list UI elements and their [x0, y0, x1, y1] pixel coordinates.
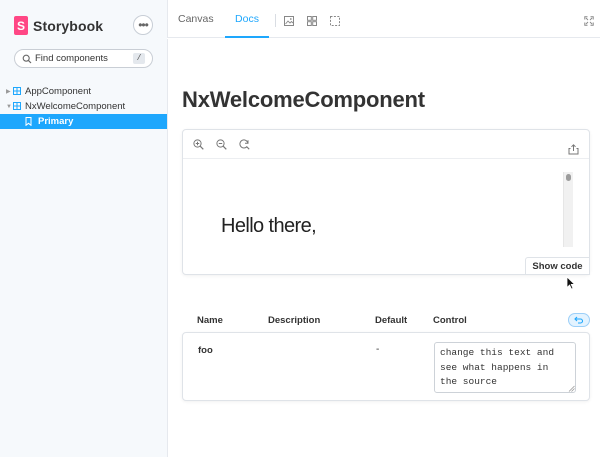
toolbar-divider: [275, 14, 276, 27]
search-icon: [22, 54, 32, 64]
bookmark-icon: [25, 117, 32, 126]
sidebar-menu-button[interactable]: •••: [133, 15, 153, 35]
sidebar-item-label: Primary: [38, 116, 74, 127]
tab-docs[interactable]: Docs: [225, 0, 269, 38]
column-header-default: Default: [375, 315, 408, 326]
undo-icon: [574, 316, 584, 324]
component-tree: ▶ AppComponent ▼ NxWelcomeComponent Prim…: [0, 84, 167, 129]
ellipsis-icon: •••: [138, 18, 149, 32]
brand[interactable]: S Storybook: [14, 16, 103, 35]
search-box[interactable]: /: [14, 49, 153, 68]
sidebar-item-nxwelcomecomponent[interactable]: ▼ NxWelcomeComponent: [0, 99, 167, 114]
toolbar: Canvas Docs: [167, 0, 600, 38]
sidebar-item-label: NxWelcomeComponent: [25, 101, 126, 112]
chevron-right-icon: ▶: [6, 89, 11, 95]
mouse-cursor-icon: [566, 276, 576, 290]
column-header-control: Control: [433, 315, 467, 326]
outline-icon[interactable]: [330, 16, 340, 26]
zoom-in-icon[interactable]: [193, 139, 204, 150]
story-preview: Hello there,: [182, 129, 590, 275]
show-code-button[interactable]: Show code: [525, 257, 590, 275]
sidebar-item-primary[interactable]: Primary: [0, 114, 167, 129]
page-title: NxWelcomeComponent: [182, 87, 425, 112]
arg-name: foo: [198, 345, 213, 356]
column-header-description: Description: [268, 315, 321, 326]
args-table-header: Name Description Default Control: [182, 313, 590, 333]
docs-panel: NxWelcomeComponent Hello there, Show cod…: [167, 39, 600, 457]
story-content-text: Hello there,: [221, 215, 317, 237]
sidebar-item-label: AppComponent: [25, 86, 92, 97]
preview-scrollbar[interactable]: [563, 172, 573, 247]
brand-name: Storybook: [33, 17, 104, 34]
reset-controls-button[interactable]: [568, 313, 590, 327]
arg-default-value: -: [376, 344, 380, 355]
chevron-down-icon: ▼: [6, 103, 12, 110]
tab-canvas[interactable]: Canvas: [178, 0, 214, 38]
search-shortcut-key: /: [133, 53, 145, 64]
component-icon: [13, 87, 21, 95]
fullscreen-icon[interactable]: [584, 16, 594, 26]
foo-control-textarea[interactable]: change this text and see what happens in…: [434, 342, 576, 393]
args-table-body: foo - change this text and see what happ…: [182, 332, 590, 401]
zoom-reset-icon[interactable]: [239, 139, 250, 150]
component-icon: [13, 102, 21, 110]
sidebar: S Storybook ••• / ▶ AppComponent ▼: [0, 0, 167, 457]
zoom-out-icon[interactable]: [216, 139, 227, 150]
image-icon[interactable]: [284, 16, 294, 26]
storybook-logo-icon: S: [14, 16, 28, 35]
resize-handle-icon[interactable]: [568, 385, 575, 392]
grid-icon[interactable]: [307, 16, 317, 26]
sidebar-item-appcomponent[interactable]: ▶ AppComponent: [0, 84, 167, 99]
share-icon[interactable]: [568, 144, 579, 155]
column-header-name: Name: [197, 315, 223, 326]
preview-toolbar: [183, 130, 589, 159]
scrollbar-thumb[interactable]: [566, 174, 571, 181]
search-input[interactable]: [35, 51, 133, 66]
